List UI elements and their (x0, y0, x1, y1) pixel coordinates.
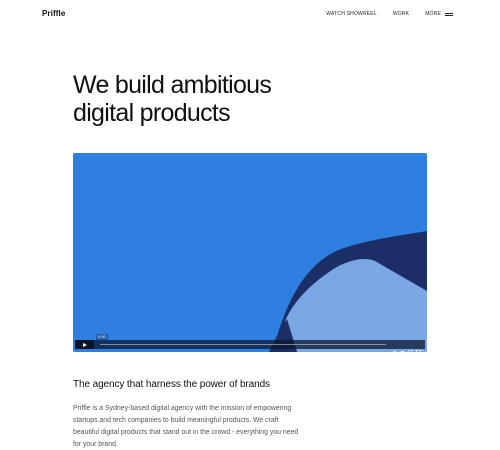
page: Priffle WATCH SHOWREEL WORK MORE We buil… (0, 0, 500, 450)
picture-in-picture-icon[interactable] (408, 342, 413, 352)
site-header: Priffle WATCH SHOWREEL WORK MORE (0, 0, 500, 30)
video-controls-bar (75, 340, 425, 352)
play-icon (82, 342, 87, 347)
nav-work-link[interactable]: WORK (393, 11, 409, 17)
hero-title-line-1: We build ambitious (73, 71, 272, 99)
fullscreen-icon[interactable] (416, 342, 421, 352)
video-control-icons (392, 342, 425, 352)
agency-tagline: The agency that harness the power of bra… (73, 379, 270, 390)
settings-icon[interactable] (400, 342, 405, 352)
nav-more-label: MORE (425, 11, 441, 17)
video-progress-bar[interactable] (100, 344, 386, 345)
hero-title-line-2: digital products (73, 99, 231, 127)
nav-watch-showreel-link[interactable]: WATCH SHOWREEL (326, 11, 377, 17)
agency-description: Priffle is a Sydney-based digital agency… (73, 405, 299, 448)
nav-more-button[interactable]: MORE (425, 11, 453, 17)
hamburger-menu-icon (445, 12, 453, 17)
hero-title: We build ambitious digital products (73, 71, 373, 127)
showreel-video-player[interactable]: 0:00 (73, 153, 427, 352)
main-nav: WATCH SHOWREEL WORK MORE (326, 11, 453, 17)
volume-icon[interactable] (392, 342, 397, 352)
brand-logo[interactable]: Priffle (42, 9, 65, 18)
video-frame-artwork (269, 231, 427, 352)
play-button[interactable] (75, 340, 94, 349)
